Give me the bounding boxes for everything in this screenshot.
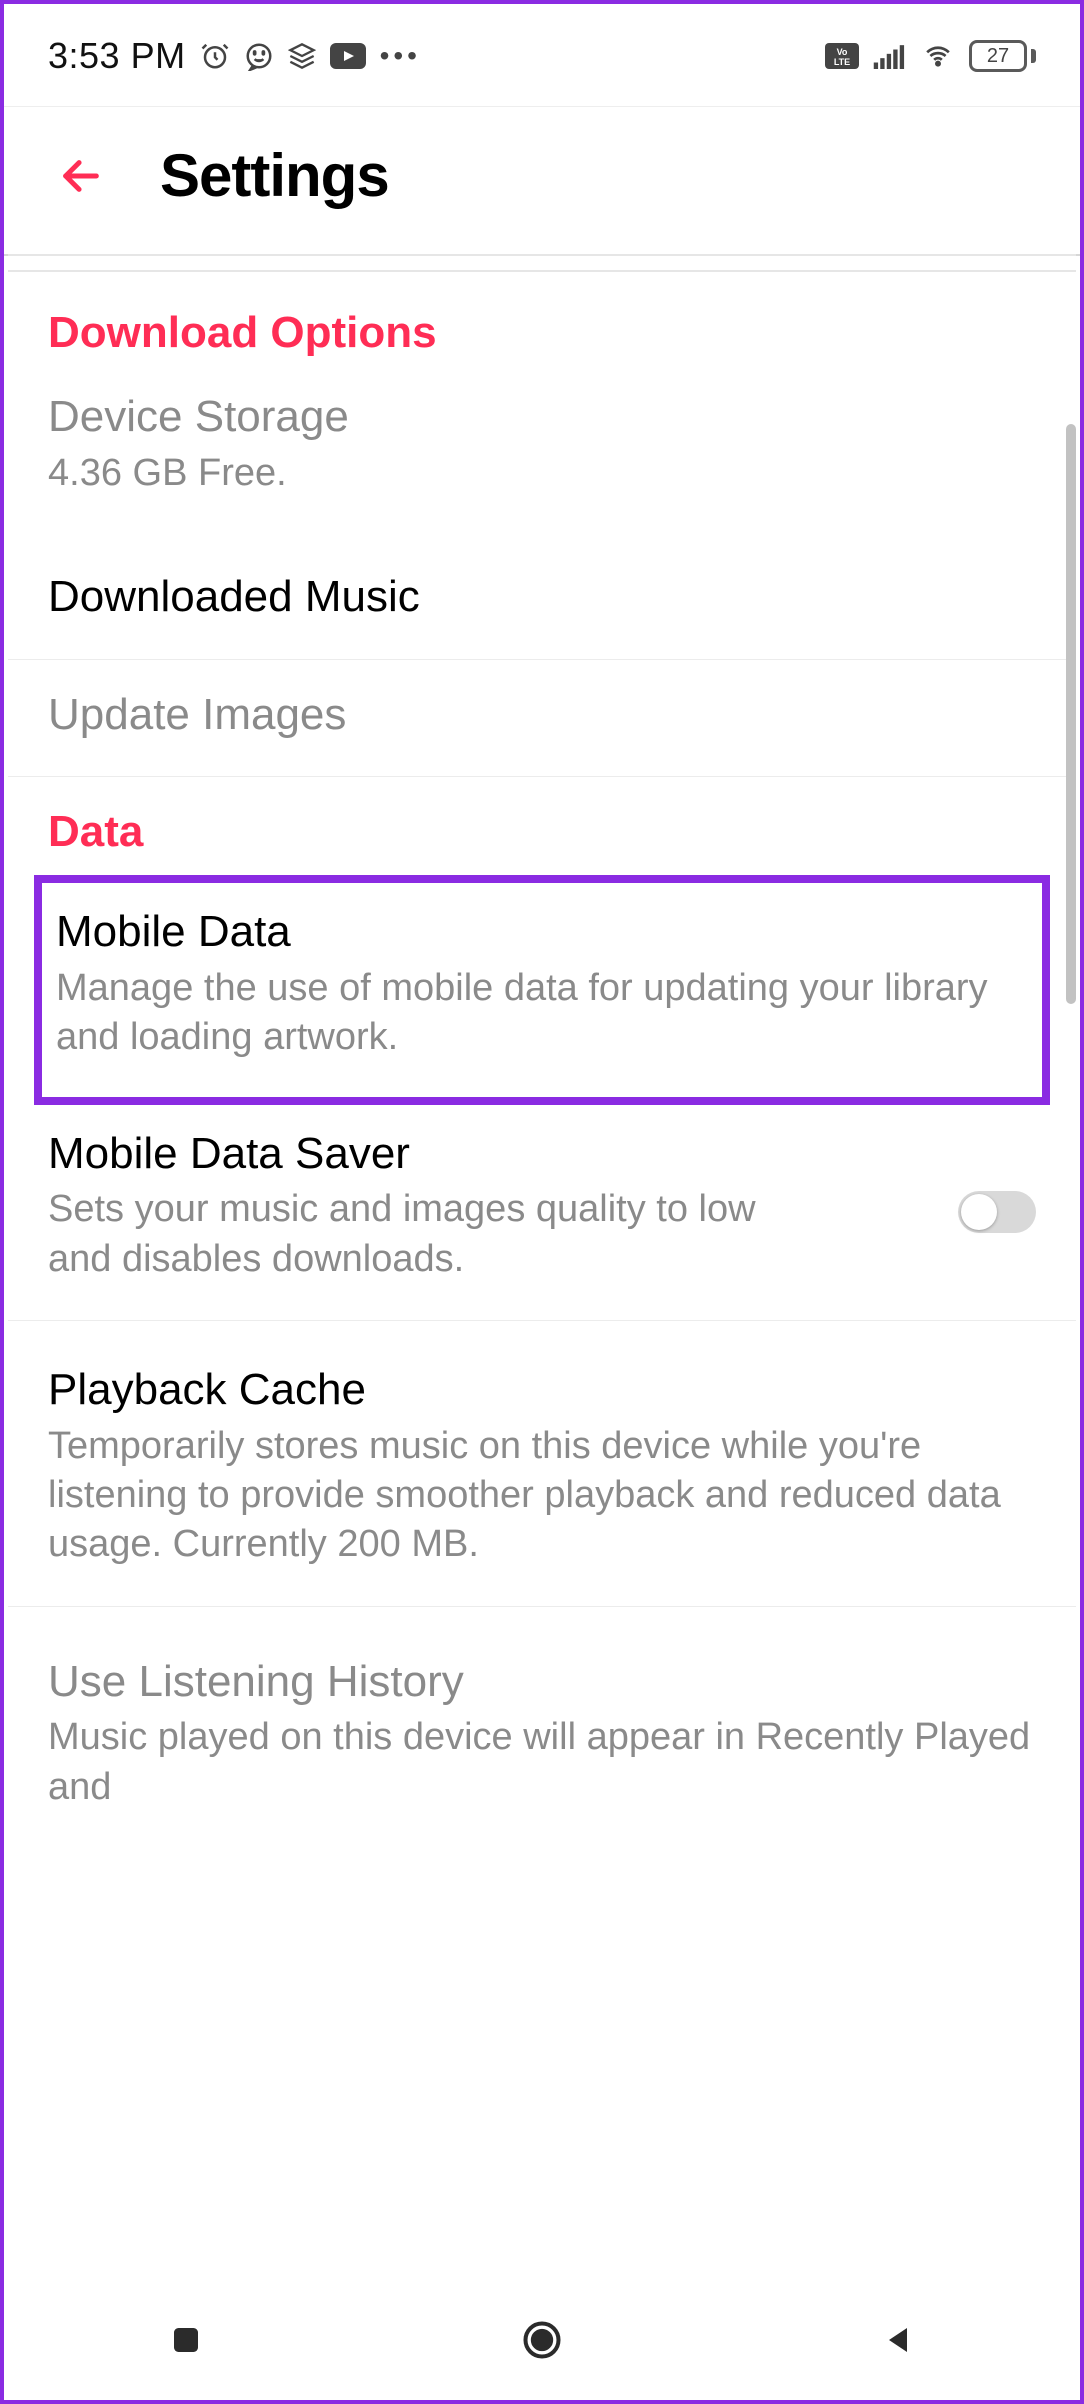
back-button[interactable] (58, 153, 104, 199)
mobile-data-sub: Manage the use of mobile data for updati… (56, 964, 1028, 1063)
nav-back-button[interactable] (868, 2310, 928, 2370)
device-storage-sub: 4.36 GB Free. (48, 449, 1036, 498)
youtube-icon (330, 43, 366, 69)
device-frame: 3:53 PM ••• VoLTE (0, 0, 1084, 2404)
cache-sub: Temporarily stores music on this device … (48, 1422, 1036, 1570)
row-listening-history[interactable]: Use Listening History Music played on th… (8, 1607, 1076, 1848)
highlighted-row-mobile-data[interactable]: Mobile Data Manage the use of mobile dat… (34, 875, 1050, 1104)
row-downloaded-music[interactable]: Downloaded Music (8, 534, 1076, 660)
saver-sub: Sets your music and images quality to lo… (48, 1185, 819, 1284)
settings-list[interactable]: Download Options Device Storage 4.36 GB … (8, 254, 1076, 2280)
alarm-icon (200, 41, 230, 71)
downloaded-music-title: Downloaded Music (48, 572, 1036, 623)
whatsapp-icon (244, 41, 274, 71)
nav-home-button[interactable] (512, 2310, 572, 2370)
app-header: Settings (4, 106, 1080, 256)
battery-indicator: 27 (969, 40, 1036, 72)
page-title: Settings (160, 141, 389, 210)
more-notifications-icon: ••• (380, 40, 421, 72)
row-playback-cache[interactable]: Playback Cache Temporarily stores music … (8, 1321, 1076, 1607)
cache-title: Playback Cache (48, 1365, 1036, 1416)
stack-icon (288, 42, 316, 70)
section-header-data: Data (8, 777, 1076, 861)
status-left: 3:53 PM ••• (48, 35, 421, 77)
device-storage-title: Device Storage (48, 392, 1036, 443)
wifi-icon (921, 43, 955, 69)
row-device-storage[interactable]: Device Storage 4.36 GB Free. (8, 362, 1076, 534)
history-sub: Music played on this device will appear … (48, 1713, 1036, 1812)
volte-icon: VoLTE (825, 43, 859, 69)
section-header-download: Download Options (8, 272, 1076, 362)
update-images-title: Update Images (48, 690, 1036, 741)
svg-text:LTE: LTE (834, 57, 850, 67)
scroll-indicator[interactable] (1066, 424, 1076, 1004)
row-mobile-data-saver[interactable]: Mobile Data Saver Sets your music and im… (8, 1105, 1076, 1321)
battery-level: 27 (987, 45, 1009, 68)
svg-text:Vo: Vo (837, 47, 848, 57)
saver-toggle[interactable] (958, 1191, 1036, 1233)
nav-recents-button[interactable] (156, 2310, 216, 2370)
status-right: VoLTE 27 (825, 40, 1036, 72)
section-gap (8, 254, 1076, 272)
signal-icon (873, 43, 907, 69)
mobile-data-title: Mobile Data (56, 907, 1028, 958)
status-bar: 3:53 PM ••• VoLTE (4, 4, 1080, 100)
saver-title: Mobile Data Saver (48, 1129, 819, 1180)
row-update-images[interactable]: Update Images (8, 660, 1076, 778)
history-title: Use Listening History (48, 1657, 1036, 1708)
system-nav-bar (8, 2280, 1076, 2400)
status-time: 3:53 PM (48, 35, 186, 77)
